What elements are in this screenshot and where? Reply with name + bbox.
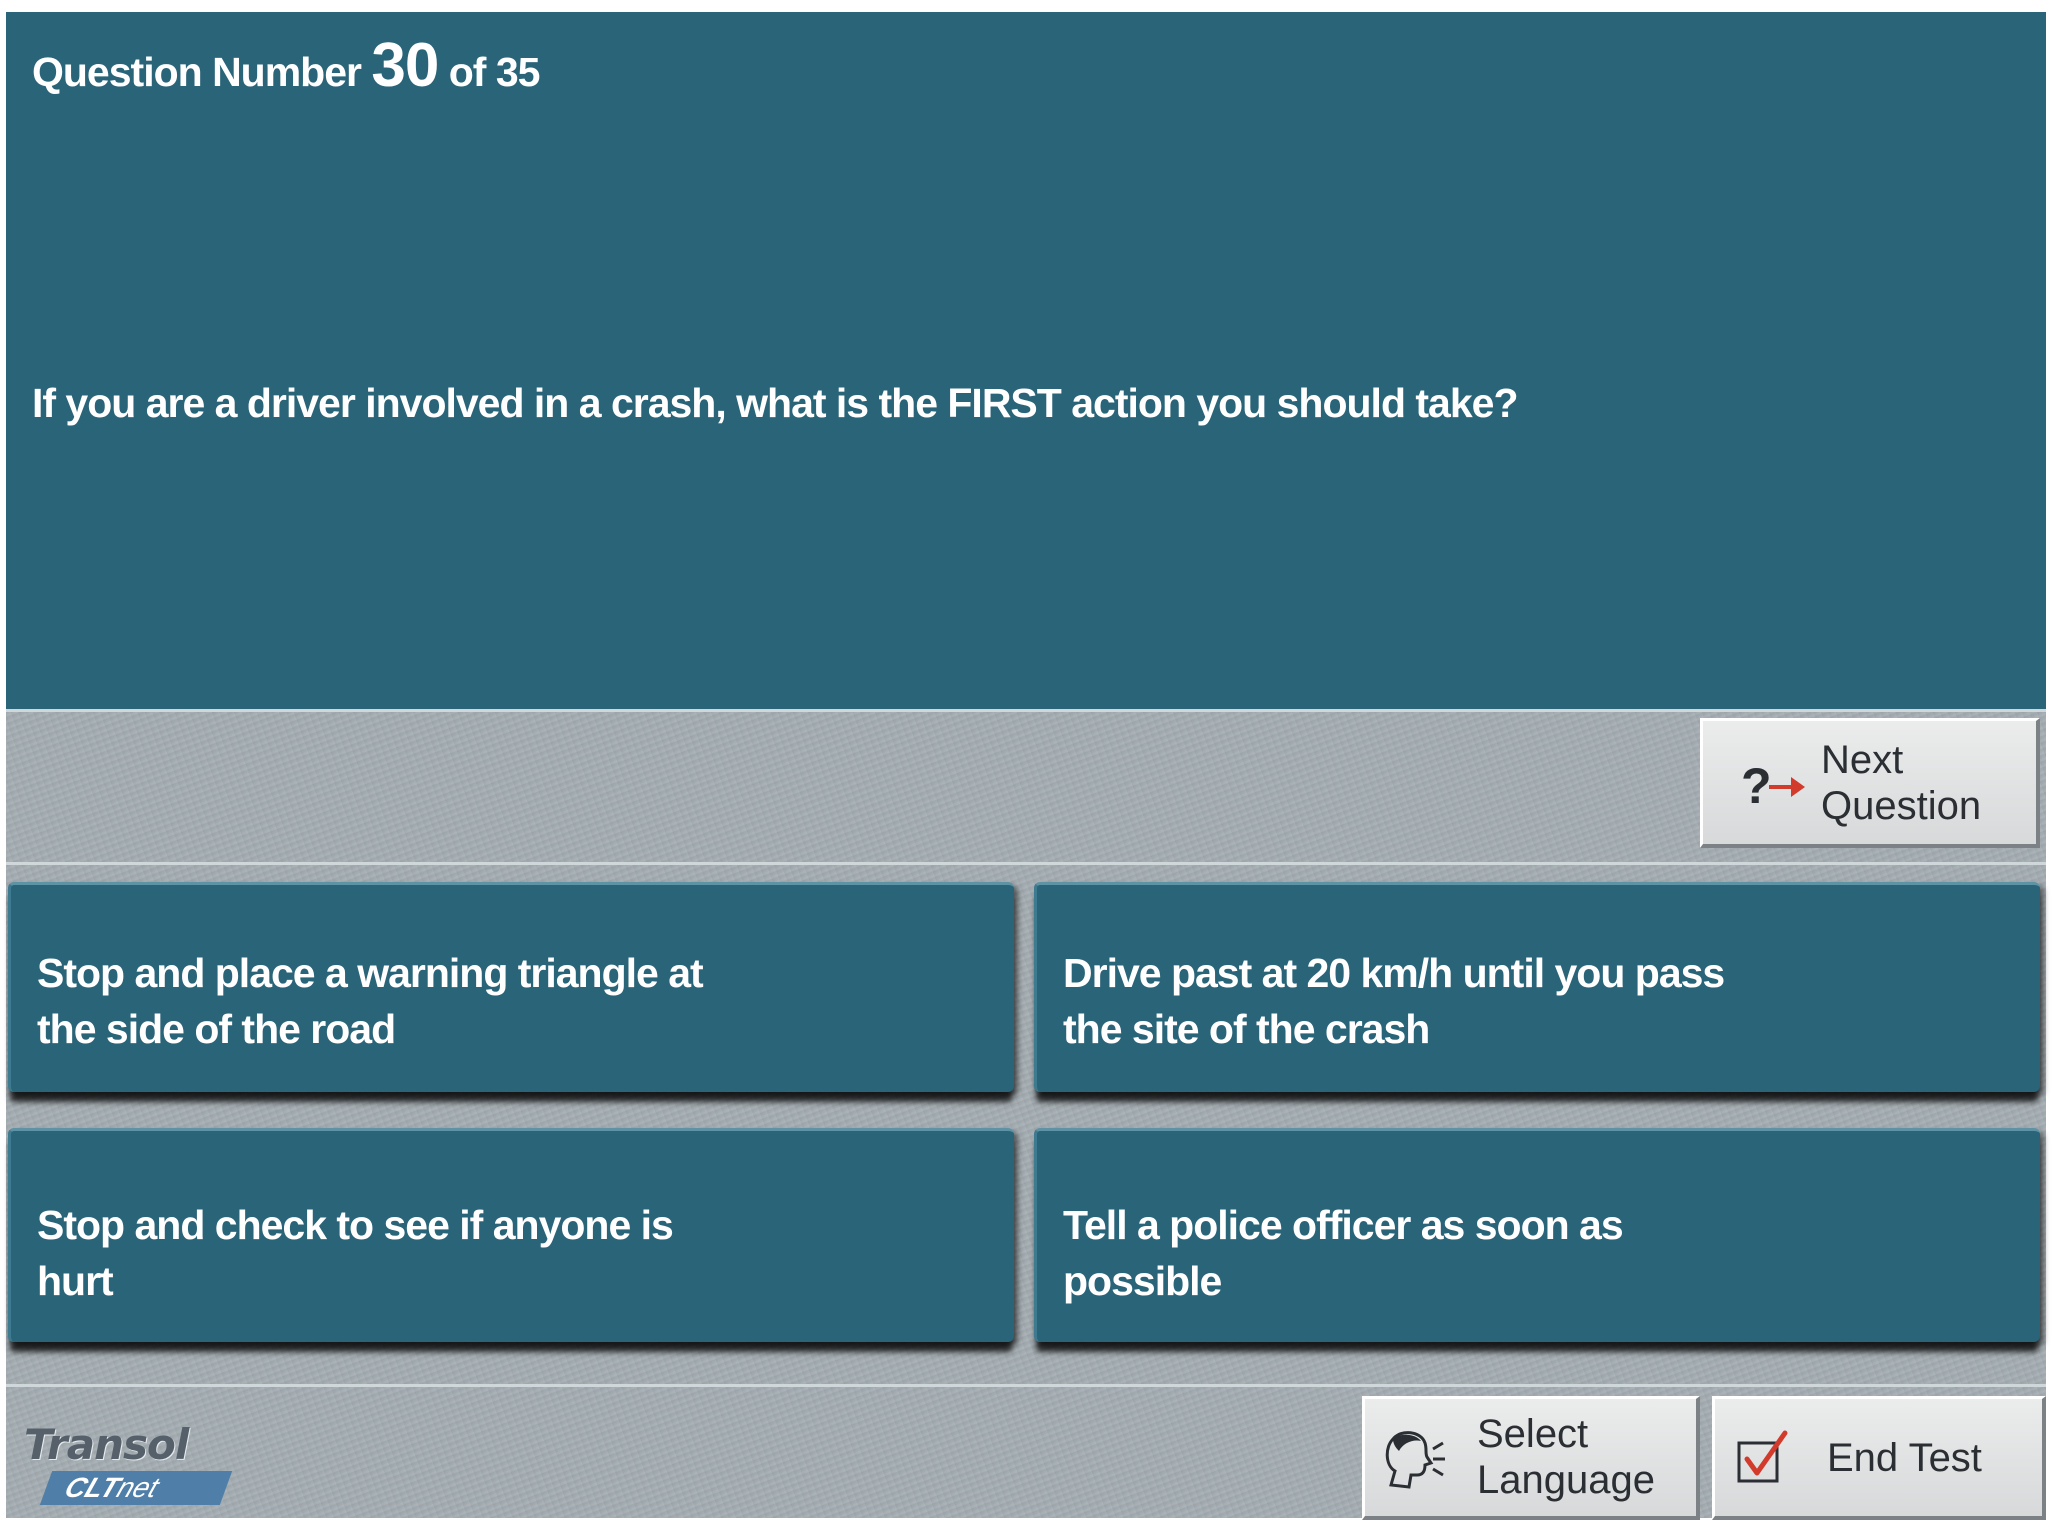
svg-text:?: ? bbox=[1741, 758, 1772, 814]
end-test-label: End Test bbox=[1827, 1436, 1982, 1480]
answer-option-1-line1: Stop and place a warning triangle at bbox=[37, 950, 704, 996]
answer-option-2[interactable]: Drive past at 20 km/h until you pass the… bbox=[1034, 882, 2040, 1092]
answer-option-4-line1: Tell a police officer as soon as bbox=[1063, 1202, 1624, 1248]
select-language-label-line1: Select bbox=[1477, 1412, 1589, 1456]
question-number: Question Number 30 of 35 bbox=[32, 30, 541, 101]
next-question-label-line2: Question bbox=[1821, 784, 1982, 828]
answer-option-1[interactable]: Stop and place a warning triangle at the… bbox=[8, 882, 1014, 1092]
answer-option-1-line2: the side of the road bbox=[37, 1006, 396, 1052]
answer-option-2-line1: Drive past at 20 km/h until you pass bbox=[1063, 950, 1725, 996]
logo-product: CLTnet bbox=[39, 1471, 233, 1505]
question-number-current: 30 bbox=[371, 31, 439, 100]
next-question-button[interactable]: ? Next Question bbox=[1700, 718, 2040, 848]
select-language-button[interactable]: Select Language bbox=[1362, 1396, 1700, 1520]
select-language-label-line2: Language bbox=[1477, 1458, 1655, 1502]
divider-top bbox=[6, 862, 2046, 865]
question-number-total: of 35 bbox=[448, 49, 541, 95]
divider-bottom bbox=[6, 1384, 2046, 1387]
answer-option-2-line2: the site of the crash bbox=[1063, 1006, 1430, 1052]
answer-option-3[interactable]: Stop and check to see if anyone is hurt bbox=[8, 1128, 1014, 1342]
answer-option-3-line2: hurt bbox=[37, 1258, 114, 1304]
logo-brand: Transol bbox=[24, 1420, 189, 1469]
speaking-head-icon bbox=[1381, 1425, 1447, 1500]
end-test-button[interactable]: End Test bbox=[1712, 1396, 2046, 1520]
question-text: If you are a driver involved in a crash,… bbox=[32, 380, 1518, 426]
answer-option-4-line2: possible bbox=[1063, 1258, 1222, 1304]
next-question-label-line1: Next bbox=[1821, 738, 1904, 782]
answer-option-3-line1: Stop and check to see if anyone is bbox=[37, 1202, 674, 1248]
transol-logo: Transol CLTnet bbox=[24, 1420, 234, 1510]
question-panel: Question Number 30 of 35 If you are a dr… bbox=[6, 12, 2046, 712]
checkbox-check-icon bbox=[1735, 1429, 1795, 1494]
answer-option-4[interactable]: Tell a police officer as soon as possibl… bbox=[1034, 1128, 2040, 1342]
question-number-label: Question Number bbox=[32, 49, 362, 95]
question-arrow-icon: ? bbox=[1739, 755, 1809, 820]
